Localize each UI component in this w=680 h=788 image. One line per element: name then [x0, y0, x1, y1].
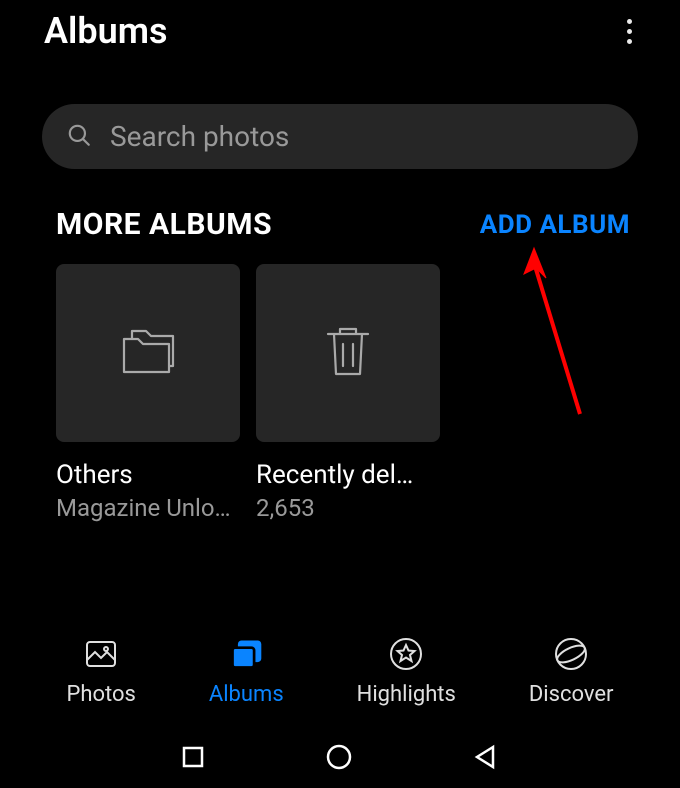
nav-photos[interactable]: Photos [60, 636, 141, 707]
nav-label: Discover [529, 682, 614, 707]
nav-highlights[interactable]: Highlights [351, 636, 462, 707]
album-subtitle: Magazine Unlo… [56, 494, 240, 522]
header: Albums [0, 0, 680, 58]
system-nav [0, 730, 680, 788]
search-icon [66, 122, 92, 152]
album-thumb [256, 264, 440, 442]
nav-discover[interactable]: Discover [523, 636, 620, 707]
album-others[interactable]: Others Magazine Unlo… [56, 264, 240, 522]
bottom-nav: Photos Albums Highlights Discover [0, 636, 680, 725]
nav-label: Albums [209, 682, 284, 707]
more-menu-button[interactable] [619, 11, 640, 52]
more-vert-icon [627, 19, 632, 44]
album-name: Recently del… [256, 460, 440, 490]
album-thumb [56, 264, 240, 442]
search-placeholder: Search photos [110, 120, 289, 153]
page-title: Albums [44, 10, 168, 52]
section-title: MORE ALBUMS [56, 207, 272, 242]
search-input[interactable]: Search photos [42, 104, 638, 169]
discover-icon [553, 636, 589, 676]
home-button[interactable] [325, 743, 353, 775]
nav-label: Highlights [357, 682, 456, 707]
album-name: Others [56, 460, 240, 490]
photos-icon [83, 636, 119, 676]
trash-icon [322, 322, 374, 384]
folder-icon [118, 325, 178, 381]
nav-label: Photos [66, 682, 135, 707]
album-subtitle: 2,653 [256, 494, 440, 522]
back-button[interactable] [473, 744, 499, 774]
section-header: MORE ALBUMS ADD ALBUM [0, 169, 680, 264]
albums-grid: Others Magazine Unlo… Recently del… 2,65… [0, 264, 680, 522]
albums-icon [228, 636, 264, 676]
recent-apps-button[interactable] [181, 745, 205, 773]
album-recently-deleted[interactable]: Recently del… 2,653 [256, 264, 440, 522]
add-album-button[interactable]: ADD ALBUM [480, 210, 630, 240]
nav-albums[interactable]: Albums [203, 636, 290, 707]
highlights-icon [388, 636, 424, 676]
